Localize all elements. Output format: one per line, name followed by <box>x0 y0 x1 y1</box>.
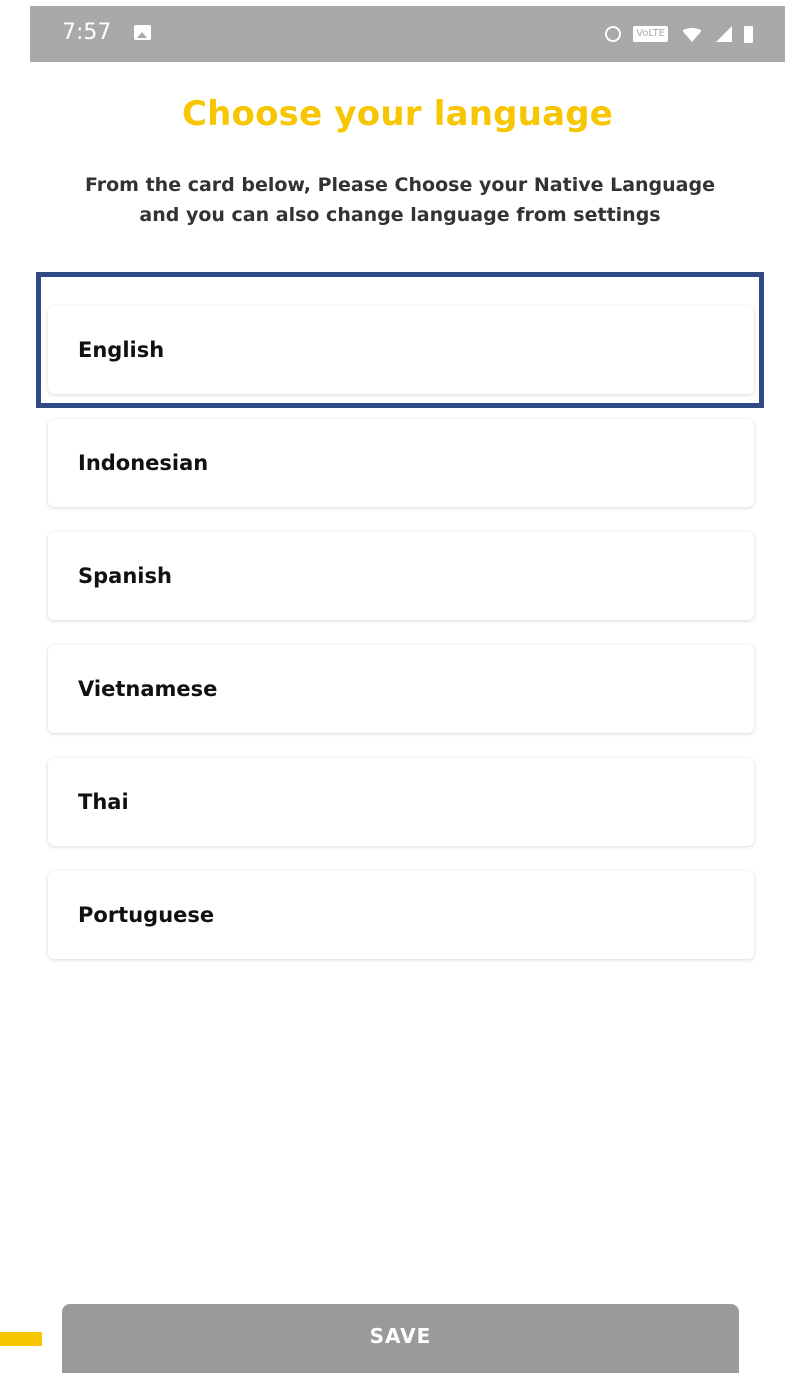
image-icon <box>134 25 151 40</box>
volte-badge: VoLTE <box>633 26 668 42</box>
accent-mark <box>0 1332 42 1346</box>
language-label: English <box>78 338 165 362</box>
page-title: Choose your language <box>181 94 614 134</box>
language-label: Thai <box>78 790 129 814</box>
language-label: Indonesian <box>78 451 209 475</box>
status-bar: 7:57 VoLTE <box>30 6 785 62</box>
status-time: 7:57 <box>62 20 112 45</box>
page-subtitle: From the card below, Please Choose your … <box>85 174 715 226</box>
language-option-indonesian[interactable]: Indonesian <box>48 419 754 507</box>
alarm-icon <box>605 26 622 42</box>
status-icons: VoLTE <box>605 22 753 46</box>
language-list: English Indonesian Spanish Vietnamese Th… <box>48 306 754 984</box>
language-label: Portuguese <box>78 903 215 927</box>
language-option-english[interactable]: English <box>48 306 754 394</box>
language-label: Vietnamese <box>78 677 218 701</box>
battery-icon <box>744 25 753 43</box>
language-option-vietnamese[interactable]: Vietnamese <box>48 645 754 733</box>
wifi-icon <box>680 28 704 42</box>
language-label: Spanish <box>78 564 172 588</box>
language-selection-screen: 7:57 VoLTE Choose your language From the… <box>0 0 795 1373</box>
language-option-thai[interactable]: Thai <box>48 758 754 846</box>
signal-icon <box>716 26 732 42</box>
language-option-spanish[interactable]: Spanish <box>48 532 754 620</box>
language-option-portuguese[interactable]: Portuguese <box>48 871 754 959</box>
save-button[interactable]: SAVE <box>62 1304 739 1373</box>
